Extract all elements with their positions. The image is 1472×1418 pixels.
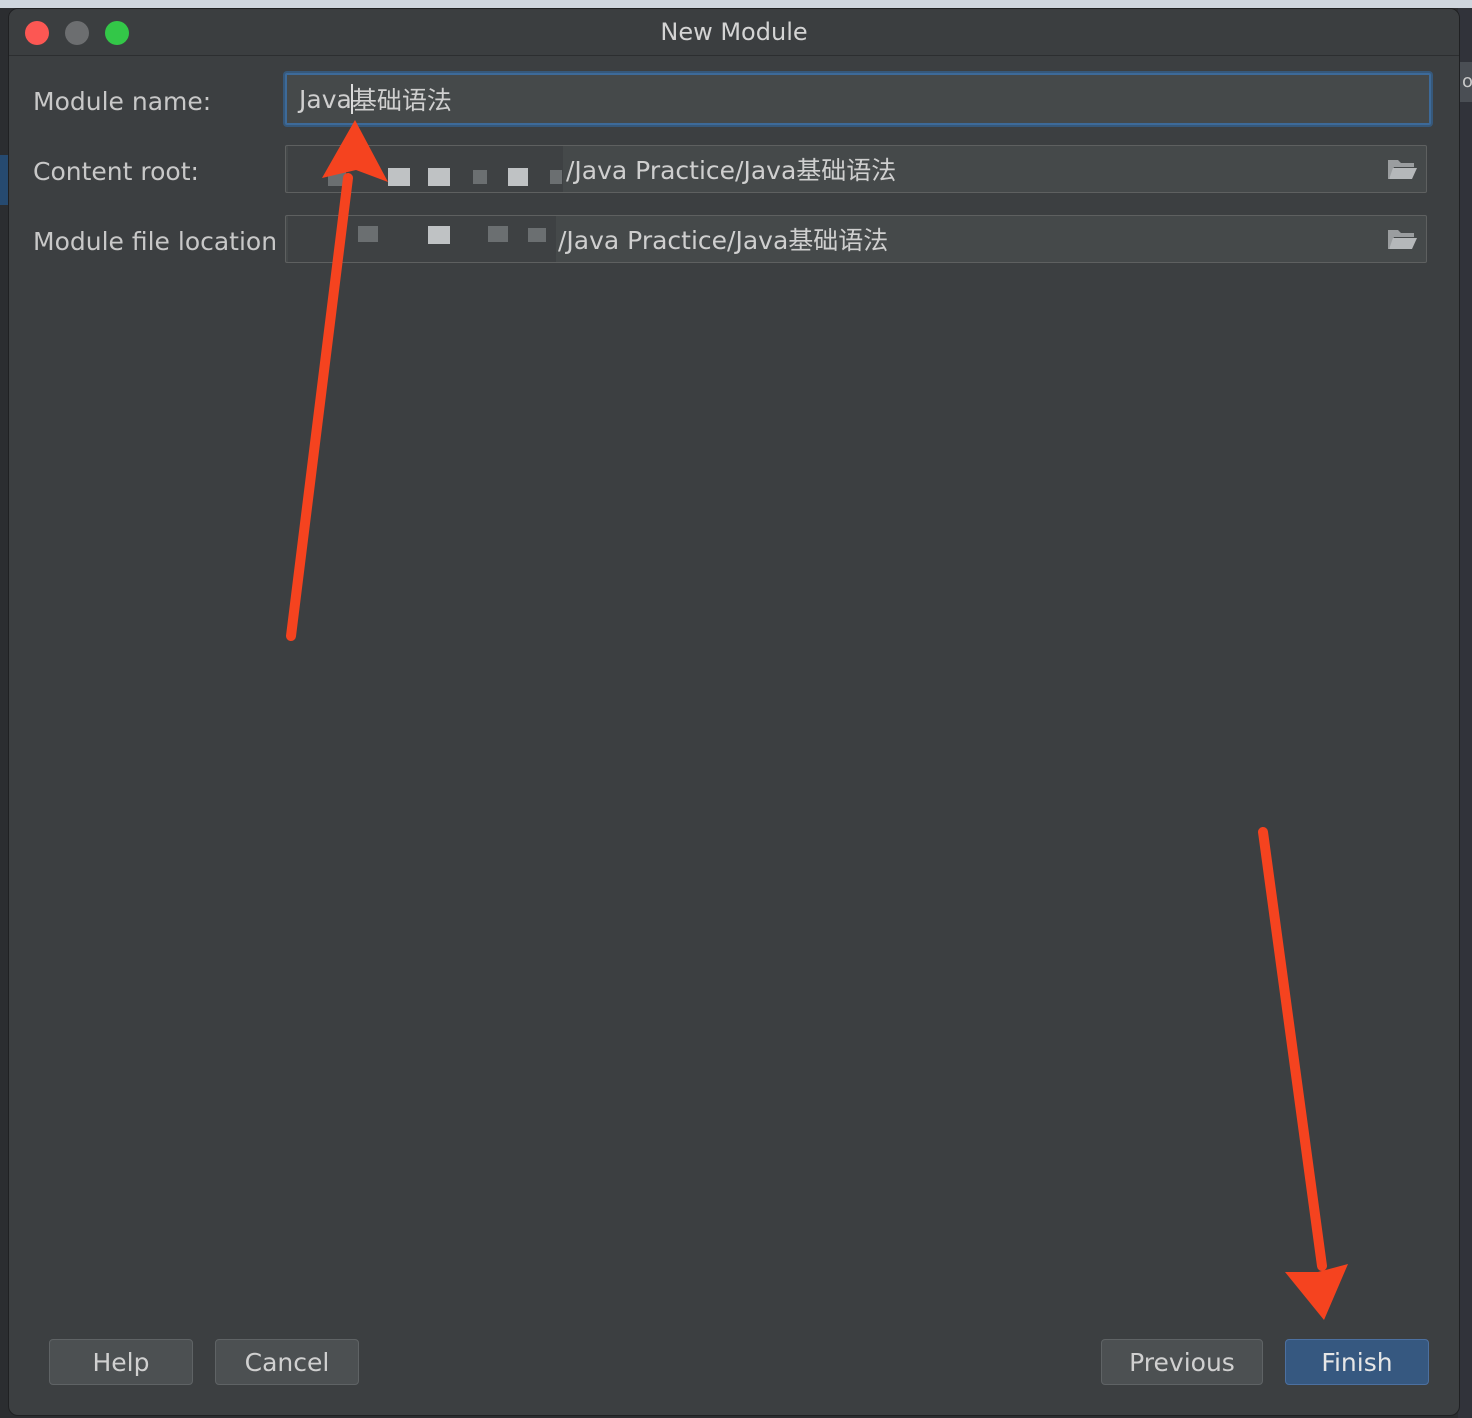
module-name-input[interactable]: Java 基础语法 [285,73,1431,125]
module-name-label: Module name: [33,87,212,116]
backdrop-top-strip [0,0,1472,8]
cancel-button[interactable]: Cancel [215,1339,359,1385]
module-name-value: Java 基础语法 [299,75,452,123]
backdrop-ide-edge [1458,8,1472,1418]
content-root-input[interactable]: /Java Practice/Java基础语法 [285,145,1427,193]
finish-button[interactable]: Finish [1285,1339,1429,1385]
module-name-text-after-caret: 基础语法 [351,86,452,115]
title-bar[interactable]: New Module [9,9,1459,56]
redacted-path [288,216,556,262]
module-name-text-before-caret: Java [299,84,352,114]
previous-button[interactable]: Previous [1101,1339,1263,1385]
window-title: New Module [660,18,808,46]
content-root-path: /Java Practice/Java基础语法 [566,156,897,185]
new-module-dialog: New Module Module name: Java 基础语法 Content… [8,8,1460,1416]
folder-open-icon[interactable] [1386,155,1418,183]
module-file-location-path: /Java Practice/Java基础语法 [558,226,889,255]
redacted-path [288,146,563,192]
module-file-location-input[interactable]: /Java Practice/Java基础语法 [285,215,1427,263]
backdrop-tab: o [1460,62,1472,102]
help-button[interactable]: Help [49,1339,193,1385]
module-file-location-label: Module file location [33,227,278,256]
folder-open-icon[interactable] [1386,225,1418,253]
backdrop-selection-mark [0,155,8,205]
content-root-label: Content root: [33,157,199,186]
